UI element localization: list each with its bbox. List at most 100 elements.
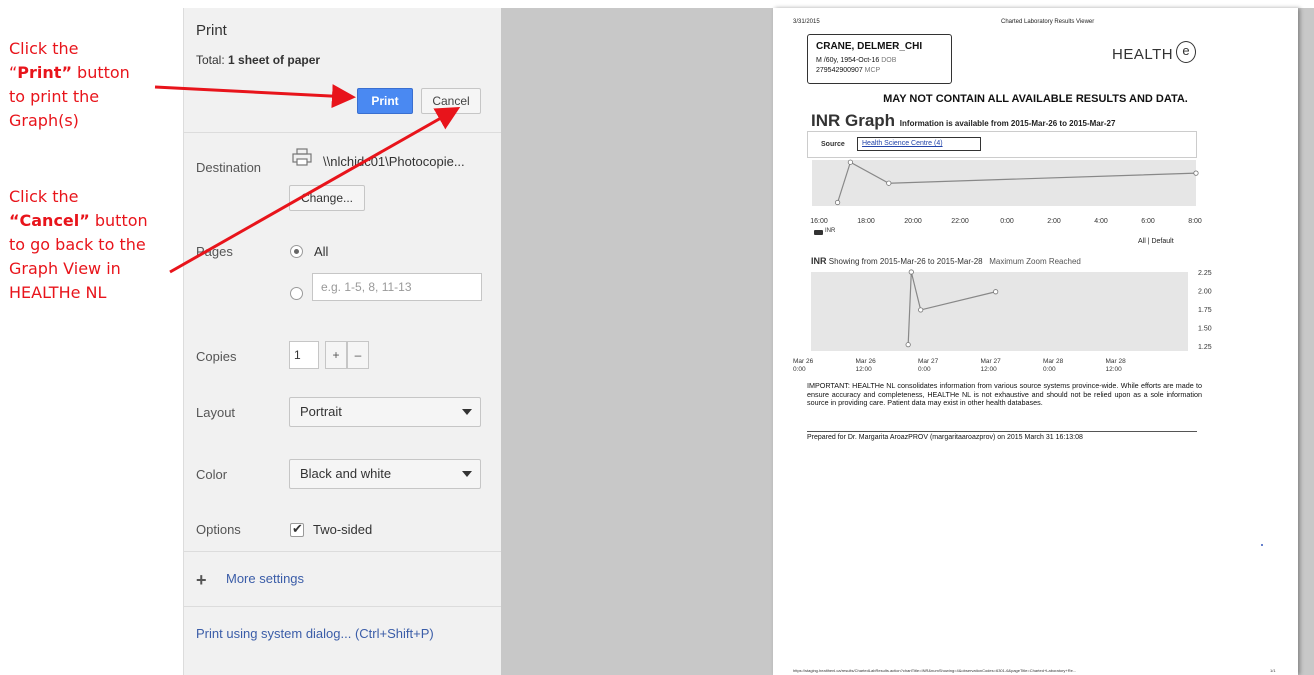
layout-select[interactable]: Portrait xyxy=(289,397,481,427)
x-tick-label: 18:00 xyxy=(857,218,875,225)
inr-zoom-chart: 2.252.001.751.501.25Mar 260:00Mar 2612:0… xyxy=(793,269,1212,373)
print-instruction-bold: Print” xyxy=(17,63,72,82)
color-label: Color xyxy=(196,467,228,482)
patient-dob: M /60y, 1954-Oct-16 xyxy=(816,57,880,64)
x-tick-label-date: Mar 27 xyxy=(981,358,1002,365)
layout-label: Layout xyxy=(196,405,236,420)
chevron-down-icon xyxy=(462,471,472,477)
page-date: 3/31/2015 xyxy=(793,19,820,25)
x-tick-label-time: 0:00 xyxy=(1043,366,1056,373)
footer-url: https://staging.healthenl.ca/results/Cha… xyxy=(793,668,1077,673)
plot-area xyxy=(811,272,1188,351)
patient-id-line: 279542900907 MCP xyxy=(816,67,880,74)
cancel-instruction-line1: Click the xyxy=(9,187,79,206)
x-tick-label-time: 0:00 xyxy=(793,366,806,373)
cancel-instruction: Click the “Cancel” button to go back to … xyxy=(9,185,184,305)
x-tick-label: 6:00 xyxy=(1141,218,1155,225)
page-header-title: Charted Laboratory Results Viewer xyxy=(1001,19,1095,25)
change-destination-button[interactable]: Change... xyxy=(289,185,365,211)
screenshot-root: Click the “Print” button to print the Gr… xyxy=(0,0,1314,675)
two-sided-label: Two-sided xyxy=(313,522,373,537)
print-instruction-post: button xyxy=(71,63,130,82)
source-label: Source xyxy=(821,141,845,148)
legend-swatch xyxy=(814,230,823,235)
more-settings-link[interactable]: More settings xyxy=(226,571,304,586)
print-instruction: Click the “Print” button to print the Gr… xyxy=(9,37,179,133)
x-tick-label-time: 12:00 xyxy=(981,366,998,373)
system-dialog-link[interactable]: Print using system dialog... (Ctrl+Shift… xyxy=(196,626,434,641)
x-tick-label-date: Mar 26 xyxy=(856,358,877,365)
footer-page-number: 1/1 xyxy=(1270,668,1276,673)
x-tick-label: 20:00 xyxy=(904,218,922,225)
chevron-down-icon xyxy=(462,409,472,415)
graph-subtitle: Information is available from 2015-Mar-2… xyxy=(899,119,1116,128)
results-warning: MAY NOT CONTAIN ALL AVAILABLE RESULTS AN… xyxy=(883,93,1188,105)
x-tick-label: 16:00 xyxy=(810,218,828,225)
divider xyxy=(807,431,1197,432)
x-tick-label: 0:00 xyxy=(1000,218,1014,225)
data-point xyxy=(834,199,841,206)
patient-dob-suffix: DOB xyxy=(881,57,897,64)
data-point xyxy=(886,180,892,186)
stray-dot xyxy=(1261,544,1263,546)
data-point xyxy=(847,159,854,165)
data-point xyxy=(1193,170,1199,176)
print-instruction-line2: “Print” button xyxy=(9,61,179,85)
graph-title: INR Graph Information is available from … xyxy=(811,111,1115,131)
y-tick-label: 1.75 xyxy=(1198,307,1212,314)
cancel-instruction-bold: “Cancel” xyxy=(9,211,90,230)
inr-overview-chart: 16:00 18:00 20:00 22:00 0:00 2:00 4:00 6:00 8:00 xyxy=(810,159,1202,225)
destination-label: Destination xyxy=(196,160,262,175)
copies-label: Copies xyxy=(196,349,237,364)
print-instruction-line3: to print the xyxy=(9,87,100,106)
print-instruction-line1: Click the xyxy=(9,39,79,58)
two-sided-checkbox[interactable] xyxy=(290,521,304,537)
patient-info: M /60y, 1954-Oct-16 DOB xyxy=(816,57,896,64)
cancel-button[interactable]: Cancel xyxy=(421,88,481,114)
y-tick-label: 2.25 xyxy=(1198,270,1212,277)
plot-area xyxy=(812,160,1196,206)
destination-value: \\nlchidc01\Photocopie... xyxy=(323,154,465,169)
total-prefix: Total: xyxy=(196,53,229,67)
cancel-instruction-post: button xyxy=(89,211,148,230)
x-tick-label: 2:00 xyxy=(1047,218,1061,225)
copies-decrement-button[interactable]: – xyxy=(347,341,369,369)
y-tick-label: 2.00 xyxy=(1198,289,1212,296)
data-point xyxy=(905,342,911,348)
copies-increment-button[interactable]: + xyxy=(325,341,347,369)
x-tick-label-time: 12:00 xyxy=(1106,366,1123,373)
patient-name: CRANE, DELMER_CHI xyxy=(816,41,923,52)
plus-icon: + xyxy=(196,570,207,590)
layout-select-value: Portrait xyxy=(300,404,342,419)
print-settings-panel: Print Total: 1 sheet of paper Print Canc… xyxy=(183,8,502,675)
x-tick-label-date: Mar 28 xyxy=(1106,358,1127,365)
cancel-instruction-line5: HEALTHe NL xyxy=(9,283,107,302)
important-notice: IMPORTANT: HEALTHe NL consolidates infor… xyxy=(807,381,1202,407)
color-select[interactable]: Black and white xyxy=(289,459,481,489)
pages-label: Pages xyxy=(196,244,233,259)
cancel-instruction-line4: Graph View in xyxy=(9,259,121,278)
healthe-logo-e: e xyxy=(1176,41,1196,63)
divider xyxy=(184,606,502,607)
copies-input[interactable]: 1 xyxy=(289,341,319,369)
color-select-value: Black and white xyxy=(300,466,392,481)
pages-all-radio[interactable] xyxy=(290,245,303,258)
x-tick-label-date: Mar 27 xyxy=(918,358,939,365)
source-select: Health Science Centre (4) xyxy=(857,137,981,151)
legend-label: INR xyxy=(825,228,836,234)
patient-id-suffix: MCP xyxy=(864,67,881,74)
total-sheets: Total: 1 sheet of paper xyxy=(196,53,320,67)
data-point xyxy=(908,269,914,275)
divider xyxy=(184,132,502,133)
print-button[interactable]: Print xyxy=(357,88,413,114)
zoom-options: All | Default xyxy=(1138,238,1174,245)
zoom-title-range: Showing from 2015-Mar-26 to 2015-Mar-28 xyxy=(828,257,983,266)
prepared-for: Prepared for Dr. Margarita AroazPROV (ma… xyxy=(807,434,1083,441)
pages-custom-radio[interactable] xyxy=(290,287,303,300)
pages-range-input[interactable]: e.g. 1-5, 8, 11-13 xyxy=(312,273,482,301)
x-tick-label-time: 0:00 xyxy=(918,366,931,373)
patient-id: 279542900907 xyxy=(816,67,863,74)
cancel-instruction-line3: to go back to the xyxy=(9,235,146,254)
divider xyxy=(184,551,502,552)
graph-title-main: INR Graph xyxy=(811,111,896,130)
